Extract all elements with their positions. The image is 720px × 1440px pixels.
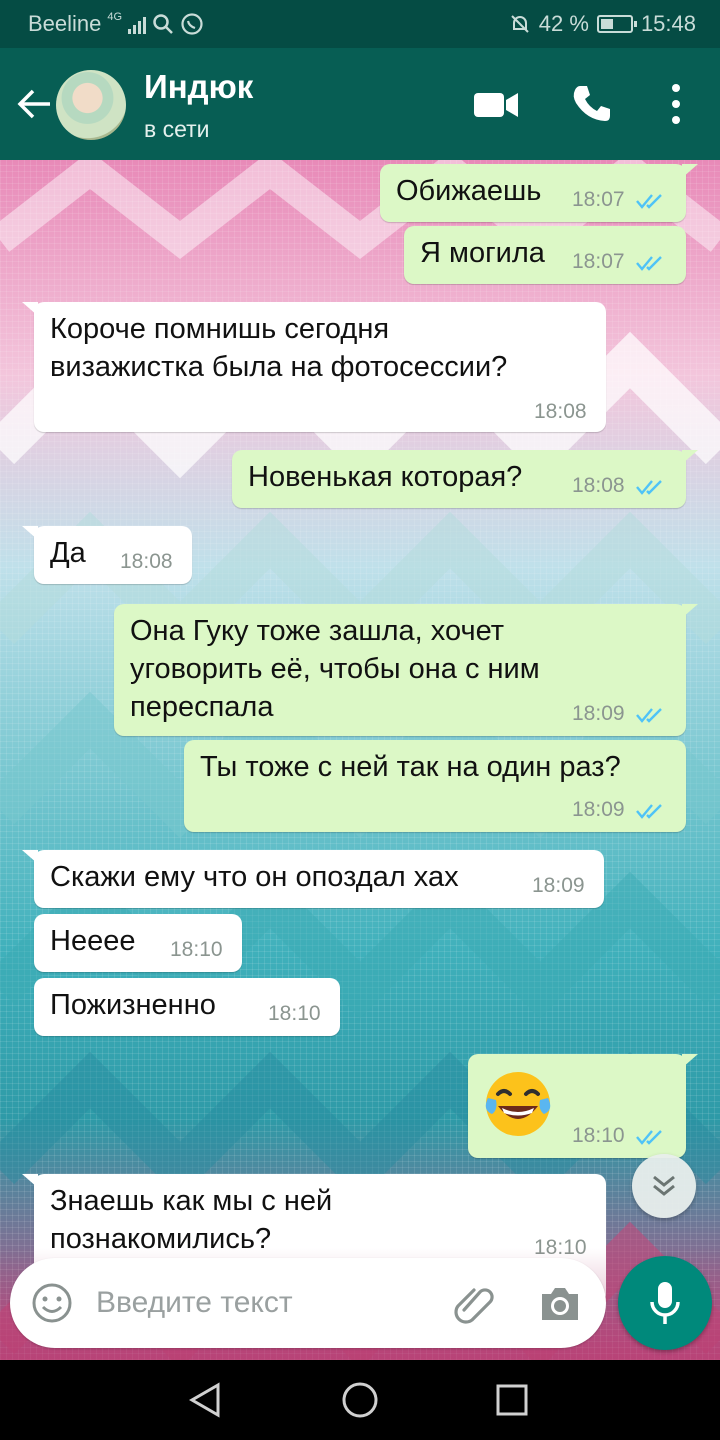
message-text: Знаешь как мы с ней познакомились? xyxy=(50,1185,333,1255)
voice-message-button[interactable] xyxy=(618,1256,712,1350)
read-receipt-icon xyxy=(636,194,662,209)
bubble-tail xyxy=(22,1174,38,1188)
message-time: 18:09 xyxy=(572,702,625,725)
contact-status: в сети xyxy=(144,116,210,142)
message-time: 18:10 xyxy=(268,1002,321,1025)
read-receipt-icon xyxy=(636,256,662,271)
message-time: 18:10 xyxy=(572,1124,625,1147)
more-options-icon[interactable] xyxy=(664,82,688,126)
battery-percent: 42 % xyxy=(538,11,589,36)
status-right: 42 % 15:48 xyxy=(509,11,696,37)
mute-bell-icon xyxy=(511,15,529,33)
message-text: Да xyxy=(50,537,86,569)
search-icon xyxy=(153,14,173,34)
bubble-tail xyxy=(682,1054,698,1068)
message-bubble[interactable]: Да 18:08 xyxy=(22,526,192,584)
chat-header: Индюк в сети xyxy=(0,48,720,160)
message-time: 18:10 xyxy=(170,938,223,961)
message-text: Пожизненно xyxy=(50,989,216,1021)
message-text: Она Гуку тоже зашла, хочет уговорить её,… xyxy=(130,615,540,723)
message-time: 18:08 xyxy=(120,550,173,573)
message-time: 18:09 xyxy=(572,798,625,821)
read-receipt-icon xyxy=(636,804,662,819)
message-bubble[interactable]: Новенькая которая? 18:08 xyxy=(232,450,698,508)
nav-recent-apps-icon[interactable] xyxy=(494,1382,530,1418)
message-bubble[interactable]: Пожизненно 18:10 xyxy=(34,978,340,1036)
message-bubble[interactable]: Короче помнишь сегодня визажистка была н… xyxy=(22,302,606,432)
clock: 15:48 xyxy=(640,11,696,36)
video-call-icon[interactable] xyxy=(472,88,520,122)
message-bubble[interactable]: Обижаешь 18:07 xyxy=(380,164,698,222)
read-receipt-icon xyxy=(636,480,662,495)
bubble-tail xyxy=(22,302,38,316)
network-type: 4G xyxy=(107,11,123,23)
message-input[interactable] xyxy=(96,1280,426,1326)
message-bubble[interactable]: 18:10 xyxy=(468,1054,698,1158)
double-chevron-down-icon xyxy=(653,1175,675,1196)
avatar[interactable] xyxy=(56,70,126,140)
bubble-tail xyxy=(682,164,698,178)
system-navigation-bar xyxy=(0,1360,720,1440)
message-time: 18:08 xyxy=(572,474,625,497)
emoji-icon[interactable] xyxy=(30,1281,74,1325)
bubble-tail xyxy=(22,526,38,540)
message-composer xyxy=(10,1258,606,1348)
message-bubble[interactable]: Я могила 18:07 xyxy=(404,226,686,284)
message-text: Обижаешь xyxy=(396,175,542,207)
battery-icon xyxy=(596,15,637,33)
back-arrow-icon[interactable] xyxy=(14,84,54,124)
read-receipt-icon xyxy=(636,1130,662,1145)
chat-area[interactable]: Обижаешь 18:07 Я могила 18:07 Короче пом… xyxy=(0,160,720,1360)
message-text: Короче помнишь сегодня визажистка была н… xyxy=(50,313,508,383)
voice-call-icon[interactable] xyxy=(570,82,614,126)
message-bubble[interactable]: Скажи ему что он опоздал хах 18:09 xyxy=(22,850,604,908)
message-text: Ты тоже с ней так на один раз? xyxy=(200,751,621,783)
message-time: 18:07 xyxy=(572,188,625,211)
message-time: 18:08 xyxy=(534,400,587,423)
nav-home-icon[interactable] xyxy=(340,1380,380,1420)
read-receipt-icon xyxy=(636,708,662,723)
message-text: Нееее xyxy=(50,925,136,957)
message-text: Скажи ему что он опоздал хах xyxy=(50,861,459,893)
carrier-name: Beeline xyxy=(28,11,102,36)
message-time: 18:07 xyxy=(572,250,625,273)
message-text: Новенькая которая? xyxy=(248,461,523,493)
signal-icon xyxy=(128,14,147,34)
whatsapp-icon xyxy=(181,13,203,35)
message-bubble[interactable]: Ты тоже с ней так на один раз? 18:09 xyxy=(184,740,686,832)
bubble-tail xyxy=(682,450,698,464)
camera-icon[interactable] xyxy=(538,1282,582,1324)
attach-icon[interactable] xyxy=(450,1280,496,1326)
bubble-tail xyxy=(682,604,698,618)
status-left: Beeline 4G xyxy=(28,11,204,37)
nav-back-icon[interactable] xyxy=(186,1382,226,1418)
mic-icon xyxy=(650,1282,680,1324)
message-text: Я могила xyxy=(420,237,545,269)
bubble-tail xyxy=(22,850,38,864)
contact-name[interactable]: Индюк xyxy=(144,68,253,106)
status-bar: Beeline 4G 42 % 15:48 xyxy=(0,0,720,48)
scroll-to-bottom-button[interactable] xyxy=(632,1154,696,1218)
message-time: 18:09 xyxy=(532,874,585,897)
face-with-tears-of-joy-icon xyxy=(485,1072,551,1136)
message-bubble[interactable]: Она Гуку тоже зашла, хочет уговорить её,… xyxy=(114,604,698,736)
message-bubble[interactable]: Нееее 18:10 xyxy=(34,914,242,972)
